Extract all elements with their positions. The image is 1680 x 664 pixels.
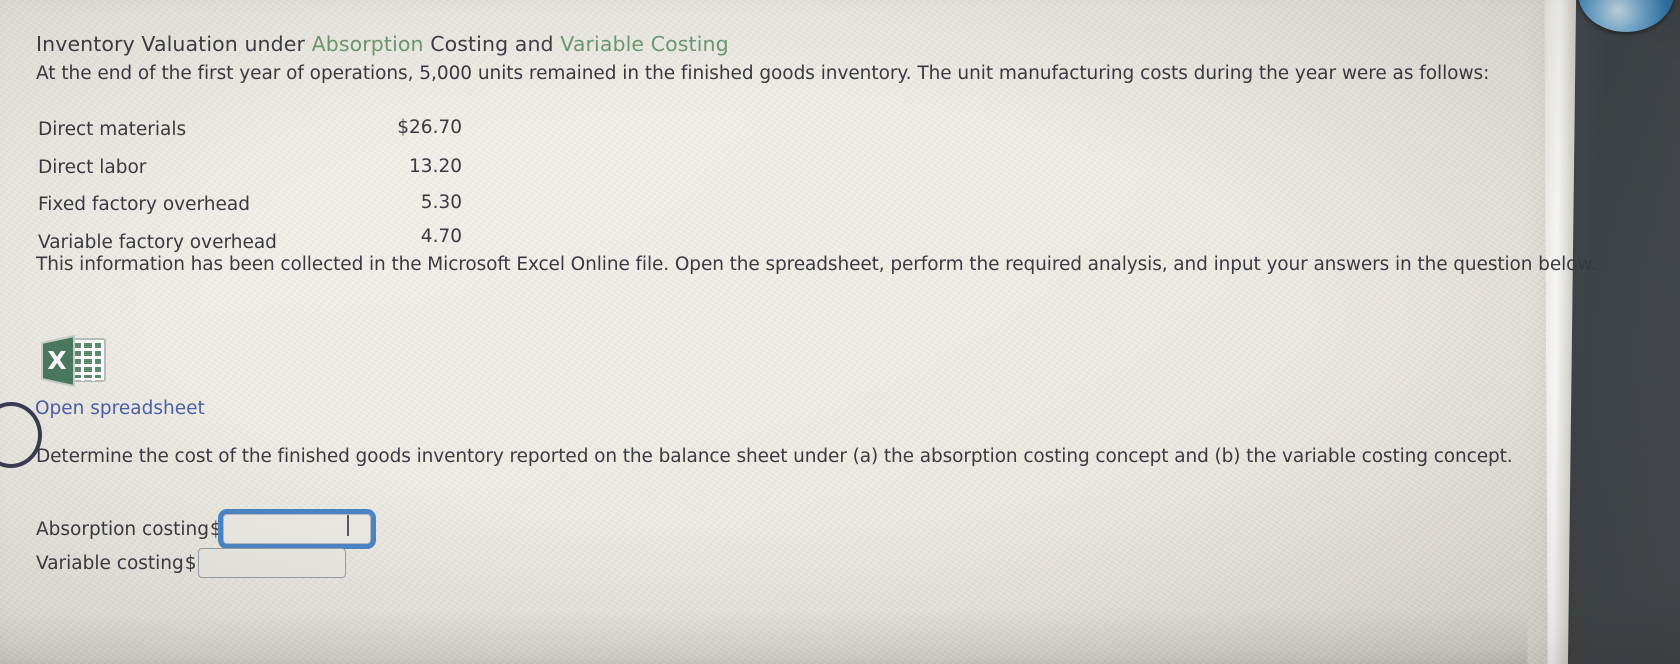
open-spreadsheet-link[interactable]: Open spreadsheet — [35, 398, 205, 419]
title-segment-plain-2: Costing and — [423, 32, 561, 56]
variable-costing-label: Variable costing — [36, 552, 184, 574]
photographed-screen: Inventory Valuation under Absorption Cos… — [0, 0, 1680, 664]
cost-label: Direct labor — [38, 157, 147, 178]
excel-online-note: This information has been collected in t… — [36, 254, 1597, 275]
table-row: Direct labor 13.20 — [38, 152, 468, 189]
excel-letter: X — [47, 346, 66, 375]
text-cursor — [347, 515, 349, 536]
cost-amount: 13.20 — [409, 156, 462, 177]
variable-costing-input[interactable] — [197, 548, 346, 578]
excel-icon[interactable]: X — [38, 332, 108, 390]
title-segment-variable-costing: Variable Costing — [560, 32, 729, 56]
variable-currency-symbol: $ — [184, 552, 197, 574]
cost-label: Direct materials — [38, 119, 187, 140]
cost-label: Fixed factory overhead — [38, 194, 250, 215]
variable-costing-answer-row: Variable costing $ — [36, 548, 346, 578]
absorption-costing-answer-row: Absorption costing $ — [36, 514, 371, 544]
bottom-shadow — [0, 606, 1528, 664]
intro-paragraph: At the end of the first year of operatio… — [36, 63, 1490, 84]
unit-manufacturing-costs-table: Direct materials $26.70 Direct labor 13.… — [38, 115, 468, 263]
instruction-paragraph: Determine the cost of the finished goods… — [36, 446, 1513, 467]
table-row: Fixed factory overhead 5.30 — [38, 189, 468, 226]
table-row: Direct materials $26.70 — [38, 115, 468, 152]
cost-amount: $26.70 — [397, 117, 462, 138]
absorption-costing-label: Absorption costing — [36, 518, 210, 540]
cost-amount: 5.30 — [420, 192, 462, 213]
title-segment-plain-1: Inventory Valuation under — [36, 32, 312, 56]
absorption-currency-symbol: $ — [210, 518, 222, 540]
page-title: Inventory Valuation under Absorption Cos… — [36, 32, 729, 56]
title-segment-absorption: Absorption — [311, 32, 424, 56]
